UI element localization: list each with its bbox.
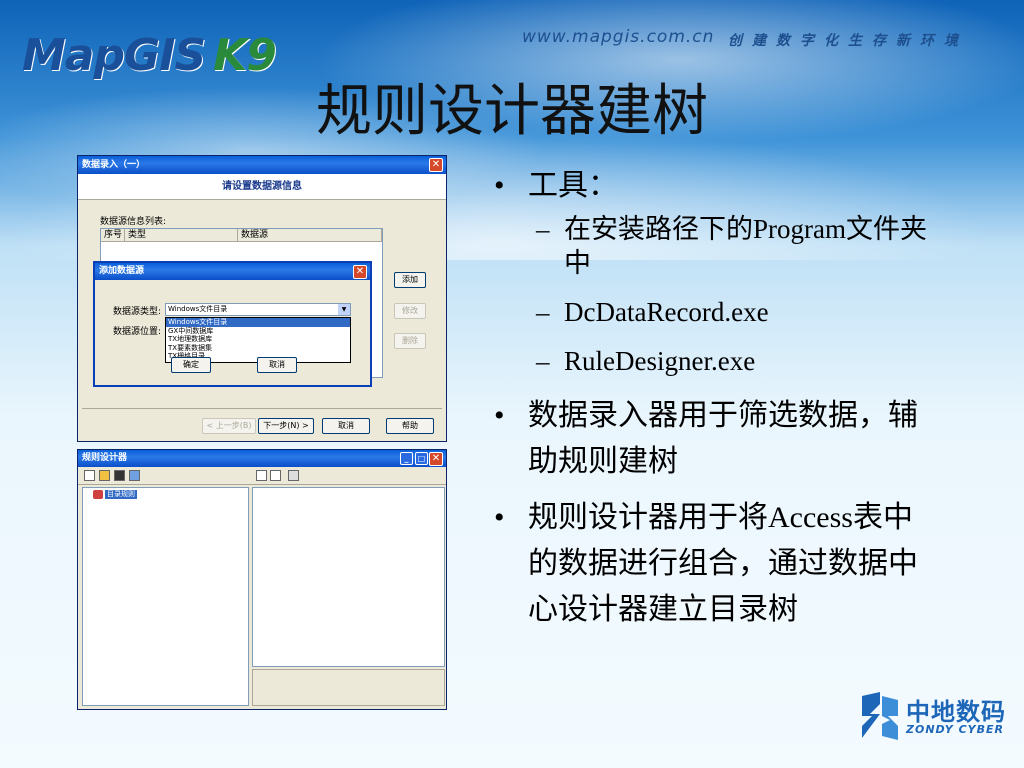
rule-tree[interactable]: 目录规则 xyxy=(82,487,249,706)
export-icon[interactable] xyxy=(129,470,140,481)
slide-title: 规则设计器建树 xyxy=(316,79,708,144)
toolbar xyxy=(78,467,446,485)
edit-button[interactable]: 修改 xyxy=(394,303,426,319)
window-title: 规则设计器 xyxy=(82,453,128,463)
select-value: Windows文件目录 xyxy=(168,305,228,313)
close-icon[interactable]: ✕ xyxy=(429,452,443,466)
option-item[interactable]: TX要素数据集 xyxy=(166,344,350,353)
col-index[interactable]: 序号 xyxy=(101,229,125,241)
bullet-tools: 工具： xyxy=(492,168,942,204)
col-source[interactable]: 数据源 xyxy=(238,229,382,241)
location-label: 数据源位置: xyxy=(113,327,162,337)
website-url[interactable]: www.mapgis.com.cn xyxy=(522,27,714,47)
window-title: 数据录入（一） xyxy=(82,160,146,170)
window-titlebar: 数据录入（一） ✕ xyxy=(78,156,446,174)
dialog-title: 添加数据源 xyxy=(99,266,145,276)
zondy-cyber-logo: 中地数码 ZONDY CYBER xyxy=(858,690,1008,748)
option-item[interactable]: TX地理数据库 xyxy=(166,335,350,344)
delete-button[interactable]: 删除 xyxy=(394,333,426,349)
rule-designer-window: 规则设计器 _ □ ✕ 目录规则 xyxy=(77,449,447,710)
sort-category-icon[interactable] xyxy=(256,470,267,481)
property-pages-icon[interactable] xyxy=(288,470,299,481)
chevron-down-icon[interactable]: ▼ xyxy=(338,304,350,315)
close-icon[interactable]: ✕ xyxy=(429,158,443,172)
ok-button[interactable]: 确定 xyxy=(171,357,211,373)
type-label: 数据源类型: xyxy=(113,307,162,317)
option-item[interactable]: GX中间数据库 xyxy=(166,327,350,336)
bullet-data-entry: 数据录入器用于筛选数据，辅助规则建树 xyxy=(492,393,942,485)
rule-icon xyxy=(93,490,103,499)
prev-button[interactable]: < 上一步(B) xyxy=(202,418,256,434)
bullet-rule-designer: 规则设计器用于将Access表中的数据进行组合，通过数据中心设计器建立目录树 xyxy=(492,495,942,633)
dialog-cancel-button[interactable]: 取消 xyxy=(257,357,297,373)
save-icon[interactable] xyxy=(114,470,125,481)
list-header: 序号 类型 数据源 xyxy=(101,229,382,242)
add-datasource-dialog: 添加数据源 ✕ 数据源类型: Windows文件目录 ▼ Windows文件目录… xyxy=(93,261,372,387)
tree-root-node[interactable]: 目录规则 xyxy=(93,490,137,499)
help-button[interactable]: 帮助 xyxy=(386,418,434,434)
divider xyxy=(82,408,442,409)
zondy-logo-icon xyxy=(862,692,898,740)
wizard-header: 请设置数据源信息 xyxy=(78,174,446,200)
cancel-button[interactable]: 取消 xyxy=(322,418,370,434)
add-button[interactable]: 添加 xyxy=(394,272,426,288)
brand-name-en: ZONDY CYBER xyxy=(906,723,1005,736)
option-item[interactable]: Windows文件目录 xyxy=(166,318,350,327)
new-icon[interactable] xyxy=(84,470,95,481)
bullet-list: 工具： 在安装路径下的Program文件夹中 DcDataRecord.exe … xyxy=(492,168,942,643)
brand-name-cn: 中地数码 xyxy=(906,698,1006,726)
window-titlebar: 规则设计器 _ □ ✕ xyxy=(78,450,446,467)
slogan: 创建数字化生存新环境 xyxy=(728,33,968,49)
col-type[interactable]: 类型 xyxy=(125,229,238,241)
list-label: 数据源信息列表: xyxy=(100,217,167,227)
property-description xyxy=(252,669,445,706)
open-icon[interactable] xyxy=(99,470,110,481)
sub-bullet: DcDataRecord.exe xyxy=(492,295,942,329)
sub-bullet: RuleDesigner.exe xyxy=(492,344,942,378)
property-grid[interactable] xyxy=(252,487,445,667)
dialog-close-icon[interactable]: ✕ xyxy=(353,265,367,279)
minimize-icon[interactable]: _ xyxy=(400,452,413,465)
datasource-type-select[interactable]: Windows文件目录 ▼ xyxy=(165,303,351,316)
sub-bullet: 在安装路径下的Program文件夹中 xyxy=(492,212,942,280)
tree-node-label: 目录规则 xyxy=(105,490,137,499)
next-button[interactable]: 下一步(N) > xyxy=(258,418,314,434)
dialog-titlebar: 添加数据源 ✕ xyxy=(95,263,370,280)
sort-alpha-icon[interactable] xyxy=(270,470,281,481)
maximize-icon[interactable]: □ xyxy=(415,452,428,465)
